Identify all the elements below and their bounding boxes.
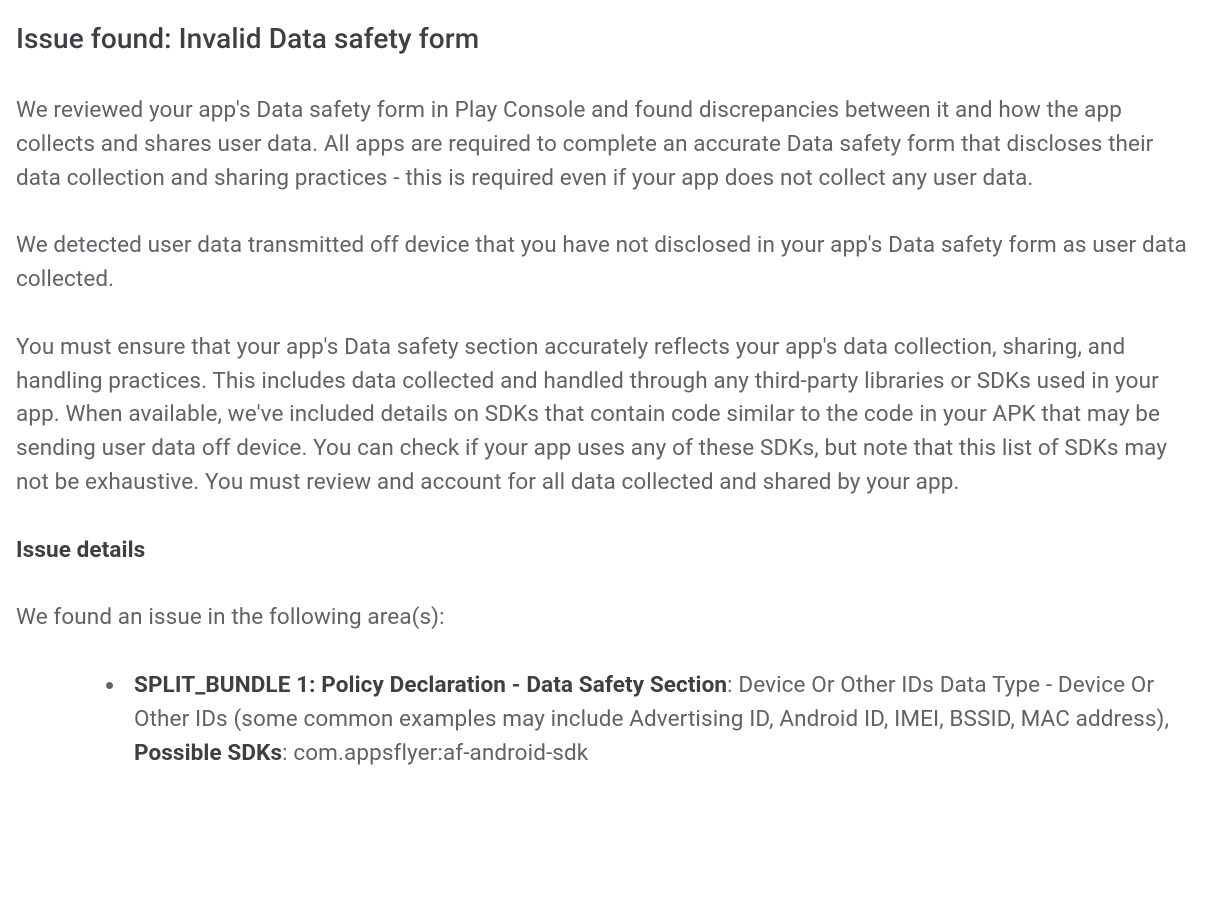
paragraph-ensure: You must ensure that your app's Data saf… xyxy=(16,331,1190,500)
issue-details-intro: We found an issue in the following area(… xyxy=(16,601,1190,635)
page-title: Issue found: Invalid Data safety form xyxy=(16,18,1190,60)
issue-details-heading: Issue details xyxy=(16,534,1190,568)
issue-bold-middle: Possible SDKs xyxy=(134,740,282,766)
issue-list-item: SPLIT_BUNDLE 1: Policy Declaration - Dat… xyxy=(126,669,1190,770)
paragraph-detected: We detected user data transmitted off de… xyxy=(16,229,1190,297)
issue-text-2: : com.appsflyer:af-android-sdk xyxy=(282,740,588,766)
paragraph-review: We reviewed your app's Data safety form … xyxy=(16,94,1190,195)
issue-list: SPLIT_BUNDLE 1: Policy Declaration - Dat… xyxy=(16,669,1190,770)
issue-bold-prefix: SPLIT_BUNDLE 1: Policy Declaration - Dat… xyxy=(134,672,727,698)
